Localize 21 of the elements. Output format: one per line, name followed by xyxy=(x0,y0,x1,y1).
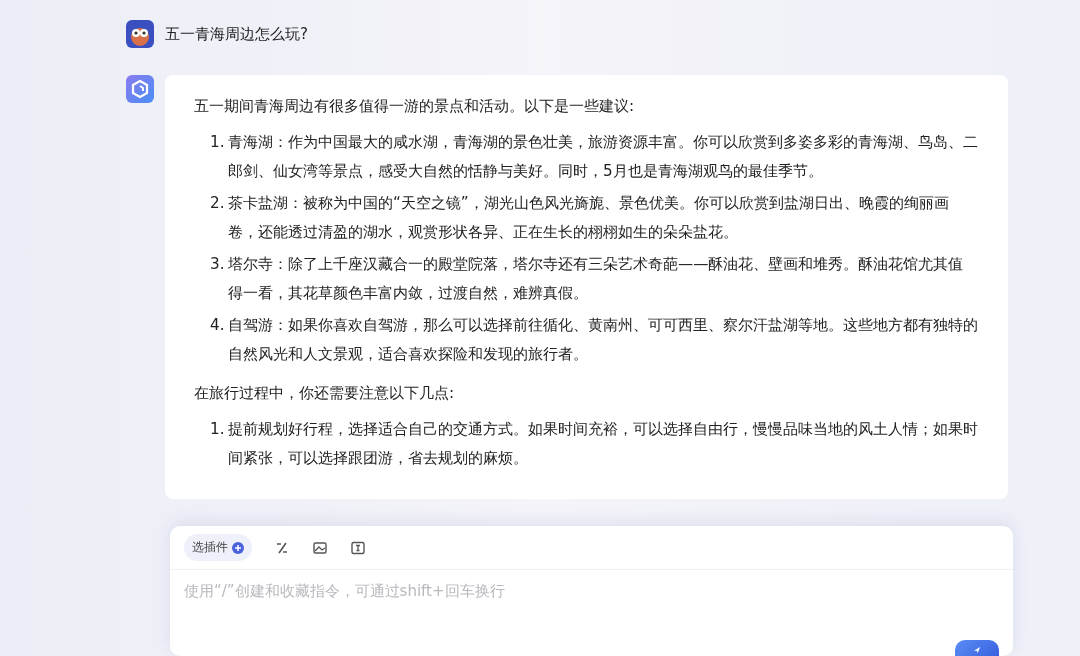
list-number: 1. xyxy=(210,419,226,440)
send-button[interactable] xyxy=(955,640,999,656)
list-item-text: 自驾游：如果你喜欢自驾游，那么可以选择前往循化、黄南州、可可西里、察尔汗盐湖等地。这些地方都有独特的自然风光和人文景观，适合喜欢探险和发现的旅行者。 xyxy=(228,315,978,365)
user-question: 五一青海周边怎么玩? xyxy=(165,24,308,44)
list-number: 2. xyxy=(210,193,226,214)
plus-icon xyxy=(232,541,244,554)
paragraph: 在旅行过程中，你还需要注意以下几点: xyxy=(194,383,456,404)
assistant-avatar-icon xyxy=(126,75,154,103)
list-number: 4. xyxy=(210,315,226,336)
list-number: 1. xyxy=(210,132,226,153)
list-item-text: 提前规划好行程，选择适合自己的交通方式。如果时间充裕，可以选择自由行，慢慢品味当地的风土人情；如果时间紧张，可以选择跟团游，省去规划的麻烦。 xyxy=(228,419,978,469)
list-number: 3. xyxy=(210,254,226,275)
user-avatar-icon xyxy=(126,20,154,48)
list-item-text: 塔尔寺：除了上千座汉藏合一的殿堂院落，塔尔寺还有三朵艺术奇葩——酥油花、壁画和堆秀。酥油花馆尤其值得一看，其花草颜色丰富内敛，过渡自然，难辨真假。 xyxy=(228,254,965,304)
plugin-button[interactable]: 选插件 xyxy=(184,534,252,561)
list-item-text: 茶卡盐湖：被称为中国的“天空之镜”，湖光山色风光旖旎、景色优美。你可以欣赏到盐湖日出、晚霞的绚丽画卷，还能透过清盈的湖水，观赏形状各异、正在生长的栩栩如生的朵朵盐花。 xyxy=(228,193,950,243)
list-item-text: 青海湖：作为中国最大的咸水湖，青海湖的景色壮美，旅游资源丰富。你可以欣赏到多姿多彩的青海湖、鸟岛、二郎剑、仙女湾等景点，感受大自然的恬静与美好。同时，5月也是青海湖观鸟的最佳季节。 xyxy=(228,132,978,182)
paragraph: 五一期间青海周边有很多值得一游的景点和活动。以下是一些建议: xyxy=(194,96,636,117)
image-icon[interactable] xyxy=(312,539,328,556)
text-box-icon[interactable] xyxy=(350,539,366,556)
send-icon xyxy=(971,645,983,655)
